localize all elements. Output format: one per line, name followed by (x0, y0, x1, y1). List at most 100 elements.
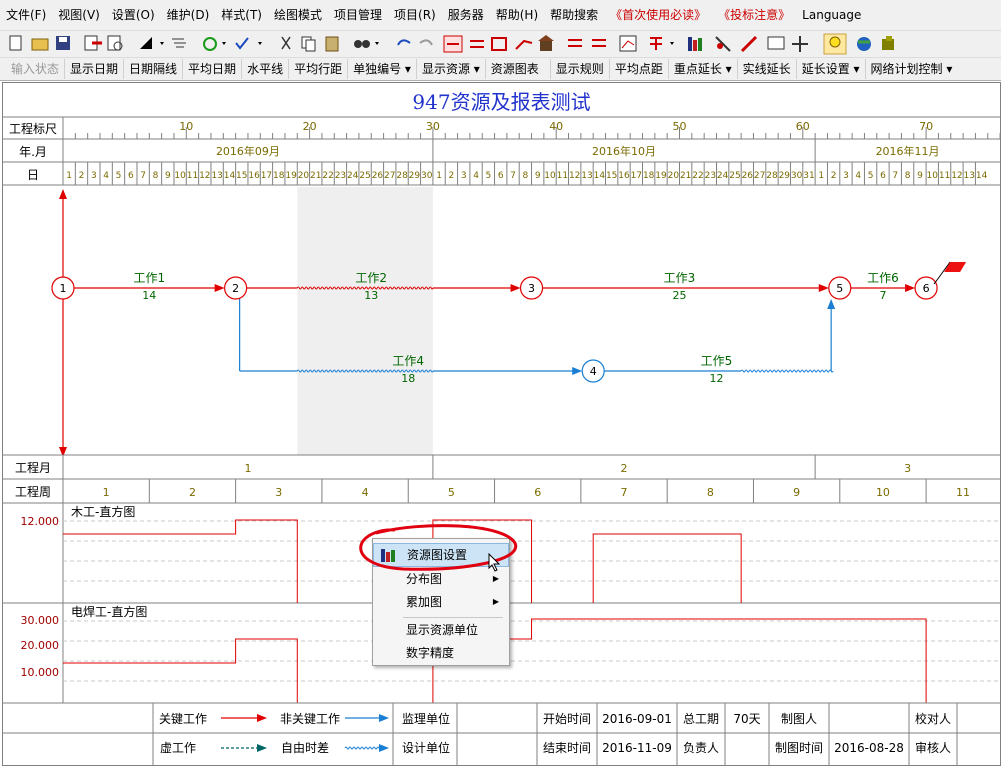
print-preview-icon[interactable] (107, 35, 123, 51)
expand-icon[interactable] (568, 39, 582, 47)
float-shading (297, 187, 433, 455)
menu-maintain[interactable]: 维护(D) (161, 0, 216, 30)
network-plan-control-dropdown[interactable]: 网络计划控制 ▾ (864, 59, 958, 79)
ruler-tick-label: 40 (549, 120, 563, 133)
day-label: 4 (103, 171, 109, 181)
cut-icon[interactable] (281, 36, 291, 50)
show-rules-button[interactable]: 显示规则 (549, 59, 609, 79)
new-file-icon[interactable] (9, 35, 22, 51)
date-gridline-button[interactable]: 日期隔线 (123, 59, 182, 79)
ruler-tick-label: 60 (796, 120, 810, 133)
shrink-icon[interactable] (592, 39, 606, 47)
refresh-icon[interactable] (203, 37, 226, 51)
ruler-tick-label: 70 (919, 120, 933, 133)
menu-settings[interactable]: 设置(O) (106, 0, 161, 30)
menu-project-manage[interactable]: 项目管理 (328, 0, 388, 30)
free-float-wave (740, 369, 834, 373)
ctx-show-resource-unit[interactable]: 显示资源单位 (373, 619, 509, 641)
menu-project[interactable]: 项目(R) (388, 0, 442, 30)
eng-month-label: 1 (244, 462, 251, 475)
paste-icon[interactable] (325, 36, 339, 52)
node-number: 4 (590, 365, 597, 378)
day-label: 1 (818, 171, 824, 181)
average-date-button[interactable]: 平均日期 (182, 59, 241, 79)
chart-icon[interactable] (619, 35, 637, 52)
find-icon[interactable] (354, 40, 379, 48)
globe-icon[interactable] (857, 37, 871, 51)
undo-icon[interactable] (397, 39, 411, 46)
save-icon[interactable] (56, 36, 70, 50)
arrow-head (905, 284, 916, 292)
month-label: 2016年09月 (216, 144, 280, 158)
menu-view[interactable]: 视图(V) (52, 0, 106, 30)
resource-chart-button[interactable]: 资源图表 (484, 59, 544, 79)
drawing-date-value: 2016-08-28 (834, 741, 904, 755)
eng-month-label: 3 (904, 462, 911, 475)
day-label: 18 (643, 171, 655, 181)
horizontal-line-button[interactable]: 水平线 (241, 59, 288, 79)
resource-icon[interactable] (688, 37, 702, 51)
tree-icon[interactable] (650, 37, 674, 50)
average-point-spacing-button[interactable]: 平均点距 (608, 59, 668, 79)
menu-draw-mode[interactable]: 绘图模式 (268, 0, 328, 30)
menu-first-use[interactable]: 《首次使用必读》 (604, 0, 712, 30)
bar-icon[interactable] (491, 37, 507, 51)
ctx-cumulative-chart[interactable]: 累加图 ▶ (373, 591, 509, 613)
task-duration-label: 18 (401, 372, 415, 385)
check-icon[interactable] (235, 37, 262, 50)
extend-settings-dropdown[interactable]: 延长设置 ▾ (795, 59, 865, 79)
day-label: 20 (298, 171, 310, 181)
input-status-button[interactable]: 输入状态 (6, 59, 64, 79)
solid-extend-button[interactable]: 实线延长 (736, 59, 796, 79)
day-label: 11 (939, 171, 950, 181)
ruler-tick-label: 30 (426, 120, 440, 133)
day-label: 7 (140, 171, 146, 181)
day-label: 31 (803, 171, 814, 181)
end-time-label: 结束时间 (542, 741, 591, 755)
network-icon[interactable] (443, 35, 463, 53)
eng-week-label: 4 (362, 486, 369, 499)
ctx-number-precision[interactable]: 数字精度 (373, 642, 509, 664)
node-number: 1 (60, 282, 67, 295)
tool-icon[interactable] (715, 36, 731, 52)
day-label: 29 (409, 171, 421, 181)
legend-key-work: 关键工作 (158, 712, 207, 726)
menu-server[interactable]: 服务器 (442, 0, 490, 30)
house-icon[interactable] (538, 35, 554, 51)
eng-week-label: 10 (876, 486, 890, 499)
node-icon[interactable] (470, 40, 484, 48)
single-numbering-dropdown[interactable]: 单独编号 ▾ (347, 59, 416, 79)
menu-bid-notice[interactable]: 《投标注意》 (712, 0, 796, 30)
crosshair-icon[interactable] (792, 36, 808, 52)
align-icon[interactable] (172, 38, 186, 48)
key-extend-dropdown[interactable]: 重点延长 ▾ (667, 59, 737, 79)
open-folder-icon[interactable] (31, 38, 49, 51)
task-name-label: 工作2 (355, 271, 387, 285)
legend-nonkey-work: 非关键工作 (279, 712, 340, 726)
legend-free-float: 自由时差 (280, 741, 329, 755)
edit-icon[interactable] (740, 35, 758, 53)
export-icon[interactable] (84, 35, 102, 51)
redo-icon[interactable] (419, 39, 433, 46)
exit-icon[interactable] (882, 36, 894, 50)
day-label: 19 (655, 171, 667, 181)
ctx-item-label: 显示资源单位 (406, 623, 479, 637)
menu-style[interactable]: 样式(T) (215, 0, 268, 30)
show-resource-dropdown[interactable]: 显示资源 ▾ (415, 59, 485, 79)
drawing-date-label: 制图时间 (774, 741, 823, 755)
mouse-cursor-icon (488, 553, 501, 572)
start-time-label: 开始时间 (542, 712, 591, 726)
menu-help-search[interactable]: 帮助搜索 (544, 0, 604, 30)
menu-help[interactable]: 帮助(H) (490, 0, 544, 30)
average-row-spacing-button[interactable]: 平均行距 (288, 59, 347, 79)
tip-icon[interactable] (823, 33, 847, 55)
show-date-button[interactable]: 显示日期 (64, 59, 123, 79)
line-icon[interactable] (515, 39, 533, 50)
menu-language[interactable]: Language (796, 0, 867, 30)
network-chart-canvas[interactable]: 947资源及报表测试 工程标尺 年.月 日 工程月 工程周 10 20 30 40 50… (2, 82, 1001, 766)
monitor-icon[interactable] (767, 36, 785, 50)
copy-icon[interactable] (301, 36, 316, 52)
arrow-head (572, 367, 583, 375)
menu-file[interactable]: 文件(F) (0, 0, 52, 30)
triangle-icon[interactable] (140, 37, 164, 49)
